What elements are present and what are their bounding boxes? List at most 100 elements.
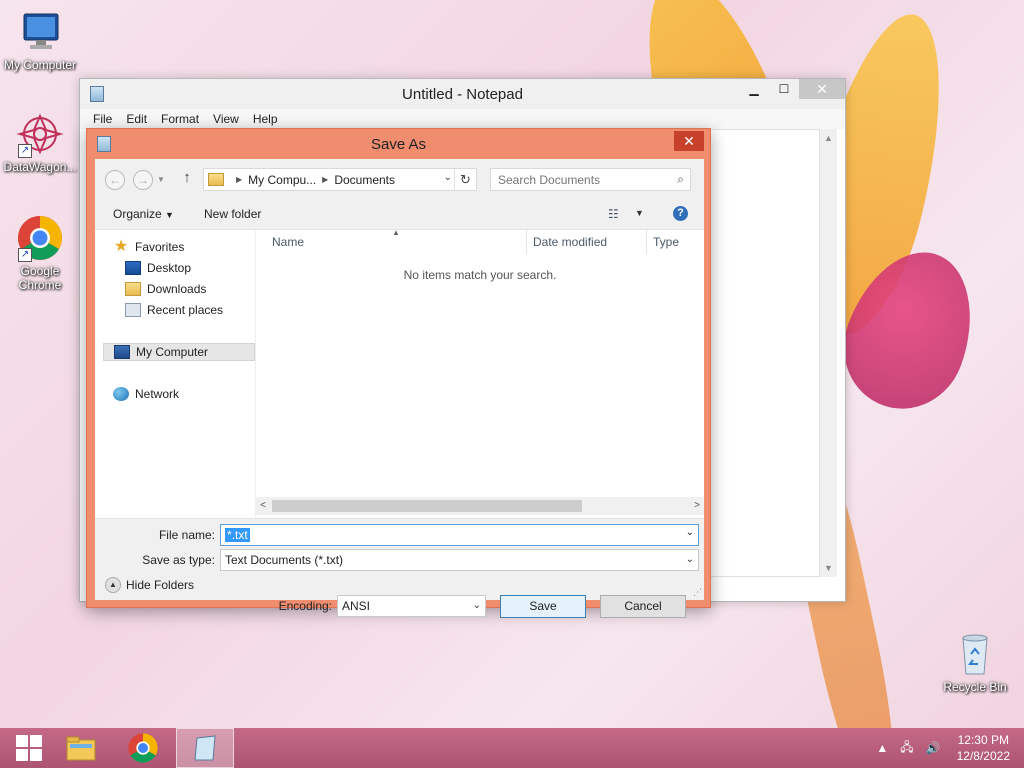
file-name-input[interactable]: *.txt ⌄ xyxy=(220,524,699,546)
windows-logo-icon xyxy=(16,735,42,761)
address-bar[interactable]: ▶ My Compu... ▶ Documents ⌄ ↻ xyxy=(203,168,477,191)
desktop-icon-recycle-bin[interactable]: Recycle Bin xyxy=(935,630,1015,694)
file-name-label: File name: xyxy=(158,528,215,542)
show-hidden-icons-icon[interactable]: ▲ xyxy=(876,741,888,755)
hide-folders-button[interactable]: ▲ Hide Folders xyxy=(105,577,194,593)
close-button[interactable]: ✕ xyxy=(799,79,845,99)
scroll-right-icon[interactable]: > xyxy=(690,497,704,515)
chevron-down-icon[interactable]: ⌄ xyxy=(686,527,694,538)
volume-icon[interactable]: 🔊 xyxy=(926,741,941,755)
scrollbar-thumb[interactable] xyxy=(272,500,582,512)
cancel-button[interactable]: Cancel xyxy=(600,595,686,618)
desktop-icon-my-computer[interactable]: My Computer xyxy=(0,8,80,72)
chrome-icon: ↗ xyxy=(16,214,64,262)
system-tray: ▲ 🖧 🔊 12:30 PM 12/8/2022 xyxy=(870,728,1024,768)
column-header-name[interactable]: Name xyxy=(272,230,304,254)
taskbar-notepad[interactable] xyxy=(176,728,234,768)
search-box[interactable]: ⌕ xyxy=(490,168,691,191)
computer-icon xyxy=(114,345,130,359)
notepad-icon xyxy=(194,735,216,761)
recent-places-icon xyxy=(125,303,141,317)
column-header-date-modified[interactable]: Date modified xyxy=(533,230,607,254)
menu-edit[interactable]: Edit xyxy=(119,109,154,129)
notepad-title: Untitled - Notepad xyxy=(402,85,523,103)
file-explorer-icon xyxy=(66,736,96,761)
refresh-icon[interactable]: ↻ xyxy=(454,169,476,190)
column-divider[interactable] xyxy=(646,230,647,254)
menu-view[interactable]: View xyxy=(206,109,246,129)
up-button[interactable]: ↑ xyxy=(179,169,195,189)
nav-recent-places[interactable]: Recent places xyxy=(125,301,223,319)
clock-time: 12:30 PM xyxy=(957,733,1009,747)
clock[interactable]: 12:30 PM 12/8/2022 xyxy=(957,732,1010,764)
search-input[interactable] xyxy=(491,169,661,190)
address-row: ← → ▼ ↑ ▶ My Compu... ▶ Documents ⌄ ↻ ⌕ xyxy=(95,159,704,199)
resize-grip-icon[interactable]: ⋰ xyxy=(693,587,702,598)
menu-help[interactable]: Help xyxy=(246,109,285,129)
desktop-icon-label: My Computer xyxy=(3,58,77,72)
nav-favorites[interactable]: ★ Favorites xyxy=(113,238,185,256)
save-type-label: Save as type: xyxy=(142,553,215,567)
horizontal-scrollbar[interactable]: < > xyxy=(256,497,704,515)
empty-message: No items match your search. xyxy=(403,268,557,282)
nav-network[interactable]: Network xyxy=(113,385,179,403)
encoding-select[interactable]: ANSI ⌄ xyxy=(337,595,486,617)
recycle-bin-icon xyxy=(951,630,999,678)
shortcut-arrow-icon: ↗ xyxy=(18,248,32,262)
taskbar-google-chrome[interactable] xyxy=(114,728,172,768)
nav-desktop[interactable]: Desktop xyxy=(125,259,191,277)
taskbar: ▲ 🖧 🔊 12:30 PM 12/8/2022 xyxy=(0,728,1024,768)
new-folder-button[interactable]: New folder xyxy=(204,207,261,221)
notepad-titlebar[interactable]: Untitled - Notepad ▁ ☐ ✕ xyxy=(80,79,845,109)
recent-locations-dropdown[interactable]: ▼ xyxy=(157,171,167,189)
dialog-titlebar[interactable]: Save As ✕ xyxy=(87,129,710,159)
column-divider[interactable] xyxy=(526,230,527,254)
dialog-title: Save As xyxy=(370,135,427,153)
sort-ascending-icon: ▲ xyxy=(392,228,400,237)
save-type-select[interactable]: Text Documents (*.txt) ⌄ xyxy=(220,549,699,571)
organize-button[interactable]: Organize ▼ xyxy=(113,207,174,221)
nav-downloads[interactable]: Downloads xyxy=(125,280,206,298)
navigation-pane: ★ Favorites Desktop Downloads Recent pla… xyxy=(95,230,255,518)
breadcrumb-my-computer[interactable]: My Compu... xyxy=(248,173,316,187)
dialog-close-button[interactable]: ✕ xyxy=(674,131,704,151)
scroll-up-icon[interactable]: ▲ xyxy=(820,129,837,147)
view-dropdown-icon[interactable]: ▼ xyxy=(635,208,644,218)
chevron-up-icon: ▲ xyxy=(105,577,121,593)
desktop-icon-label: Google Chrome xyxy=(18,264,62,292)
menu-format[interactable]: Format xyxy=(154,109,206,129)
desktop-icon-google-chrome[interactable]: ↗ Google Chrome xyxy=(0,214,80,292)
clock-date: 12/8/2022 xyxy=(956,749,1010,763)
scroll-left-icon[interactable]: < xyxy=(256,497,270,515)
desktop-icon-label: Recycle Bin xyxy=(943,680,1007,694)
notepad-vertical-scrollbar[interactable]: ▲ ▼ xyxy=(819,129,837,577)
address-dropdown-icon[interactable]: ⌄ xyxy=(444,172,452,183)
file-list-pane[interactable]: ▲ Name Date modified Type No items match… xyxy=(256,228,704,518)
save-button[interactable]: Save xyxy=(500,595,586,618)
file-name-value: *.txt xyxy=(225,528,250,542)
nav-recent-label: Recent places xyxy=(147,303,224,317)
chevron-down-icon: ▼ xyxy=(165,210,174,220)
desktop-icon-datawagon[interactable]: ↗ DataWagon... xyxy=(0,110,80,174)
notepad-menubar: File Edit Format View Help xyxy=(80,109,845,129)
network-status-icon[interactable]: 🖧 xyxy=(900,738,913,759)
start-button[interactable] xyxy=(0,728,58,768)
menu-file[interactable]: File xyxy=(86,109,119,129)
chrome-icon xyxy=(128,733,158,763)
save-type-value: Text Documents (*.txt) xyxy=(225,553,344,567)
breadcrumb-documents[interactable]: Documents xyxy=(334,173,395,187)
taskbar-file-explorer[interactable] xyxy=(52,728,110,768)
nav-my-computer[interactable]: My Computer xyxy=(103,343,255,361)
computer-icon xyxy=(16,8,64,56)
column-header-type[interactable]: Type xyxy=(653,230,679,254)
back-button[interactable]: ← xyxy=(105,170,125,190)
dialog-body: ← → ▼ ↑ ▶ My Compu... ▶ Documents ⌄ ↻ ⌕ … xyxy=(95,159,704,618)
help-icon[interactable]: ? xyxy=(673,206,688,221)
nav-desktop-label: Desktop xyxy=(147,261,192,275)
view-options-icon[interactable]: ☷ xyxy=(608,207,619,221)
chevron-down-icon: ⌄ xyxy=(685,554,694,565)
maximize-button[interactable]: ☐ xyxy=(769,79,799,99)
forward-button[interactable]: → xyxy=(133,170,153,190)
scroll-down-icon[interactable]: ▼ xyxy=(820,559,837,577)
minimize-button[interactable]: ▁ xyxy=(739,79,769,99)
